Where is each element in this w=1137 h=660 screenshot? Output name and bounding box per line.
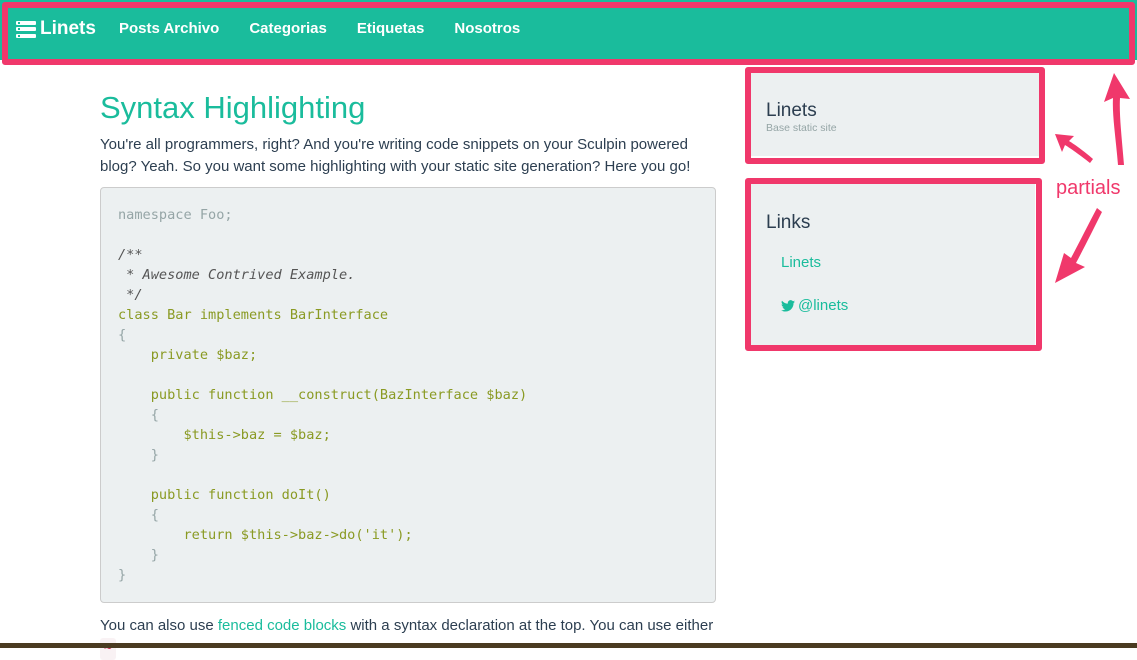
paragraph-text: You can also use [100, 617, 218, 634]
code-line: $this->baz = $baz; [118, 427, 331, 443]
code-line: public function __construct(BazInterface… [118, 387, 528, 403]
code-line: return $this->baz->do('it'); [118, 527, 413, 543]
arrow-left-icon [1055, 134, 1093, 163]
inline-code: ~ [100, 638, 116, 660]
paragraph-text: with a syntax declaration at the top. Yo… [346, 617, 714, 634]
code-line: { [118, 327, 127, 343]
partials-annotation-label: partials [1056, 177, 1121, 199]
code-comment-line: * Awesome Contrived Example. [118, 267, 356, 283]
code-line: { [118, 407, 159, 423]
post-paragraph: You can also use fenced code blocks with… [100, 615, 716, 660]
code-line: namespace Foo; [118, 207, 233, 223]
page-bottom-edge [0, 643, 1137, 648]
navbar-highlight-outline [2, 2, 1135, 65]
code-class-line: class Bar implements BarInterface [118, 307, 389, 323]
code-line: { [118, 507, 159, 523]
arrow-down-left-icon [1055, 208, 1102, 283]
fenced-code-blocks-link[interactable]: fenced code blocks [218, 617, 346, 634]
code-line: public function doIt() [118, 487, 331, 503]
code-block: namespace Foo; /** * Awesome Contrived E… [100, 187, 716, 603]
post-title: Syntax Highlighting [100, 90, 366, 125]
code-line: } [118, 547, 159, 563]
arrow-up-icon [1104, 73, 1130, 165]
code-line: } [118, 447, 159, 463]
code-comment-line: */ [118, 287, 143, 303]
post-content: Syntax Highlighting You're all programme… [100, 88, 716, 660]
links-highlight-outline [745, 178, 1042, 351]
code-line: private $baz; [118, 347, 258, 363]
code-line: } [118, 567, 127, 583]
about-highlight-outline [745, 67, 1045, 164]
post-intro: You're all programmers, right? And you'r… [100, 136, 691, 175]
code-comment-line: /** [118, 247, 143, 263]
